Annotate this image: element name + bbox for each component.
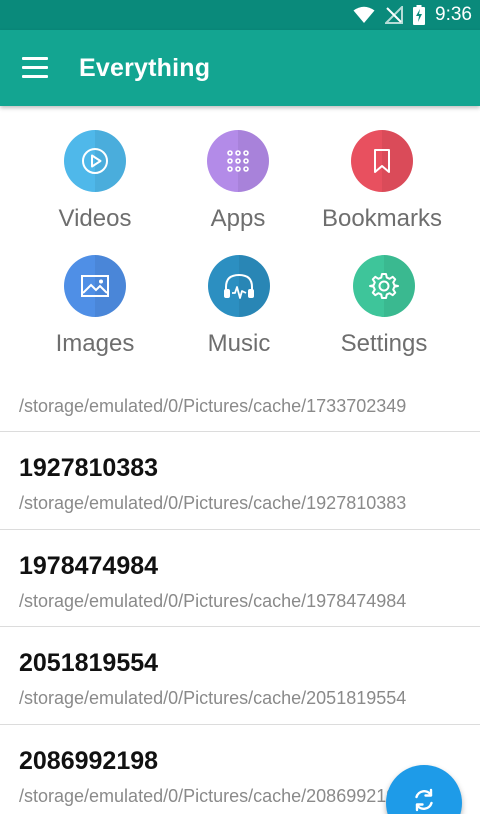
category-music[interactable]: Music bbox=[159, 255, 319, 375]
file-name: 2051819554 bbox=[19, 649, 159, 677]
category-label-bookmarks: Bookmarks bbox=[321, 205, 443, 232]
status-icons: 9:36 bbox=[353, 4, 472, 26]
file-name: 2086992198 bbox=[19, 746, 159, 775]
app-bar: Everything bbox=[0, 30, 480, 106]
file-path: /storage/emulated/0/Pictures/cache/20518… bbox=[19, 688, 407, 708]
list-item[interactable]: 2051819554 /storage/emulated/0/Pictures/… bbox=[0, 627, 480, 725]
category-settings[interactable]: Settings bbox=[304, 255, 464, 375]
category-label-videos: Videos bbox=[58, 205, 132, 232]
hamburger-menu-icon[interactable] bbox=[22, 57, 48, 79]
videos-circle bbox=[64, 130, 126, 192]
category-videos[interactable]: Videos bbox=[15, 130, 175, 250]
play-icon bbox=[82, 148, 108, 174]
list-item[interactable]: 1927810383 /storage/emulated/0/Pictures/… bbox=[0, 432, 480, 530]
category-images[interactable]: Images bbox=[15, 255, 175, 375]
list-item[interactable]: 1978474984 /storage/emulated/0/Pictures/… bbox=[0, 530, 480, 627]
category-bookmarks[interactable]: Bookmarks bbox=[302, 130, 462, 250]
app-title: Everything bbox=[79, 54, 211, 82]
refresh-icon bbox=[415, 788, 433, 812]
file-path: /storage/emulated/0/Pictures/cache/17337… bbox=[19, 396, 407, 416]
gear-icon bbox=[369, 273, 399, 299]
headphones-icon bbox=[224, 273, 254, 299]
bookmark-icon bbox=[374, 149, 390, 173]
music-circle bbox=[208, 255, 270, 317]
file-name: 1978474984 bbox=[19, 551, 159, 580]
category-label-settings: Settings bbox=[340, 330, 428, 357]
file-path: /storage/emulated/0/Pictures/cache/19278… bbox=[19, 493, 407, 513]
apps-circle bbox=[207, 130, 269, 192]
file-path: /storage/emulated/0/Pictures/cache/20869… bbox=[19, 785, 407, 806]
settings-circle bbox=[353, 255, 415, 317]
category-label-images: Images bbox=[55, 330, 135, 357]
status-time: 9:36 bbox=[435, 4, 472, 25]
category-label-apps: Apps bbox=[210, 205, 266, 232]
no-signal-icon bbox=[385, 6, 404, 24]
status-bar: 9:36 bbox=[0, 0, 480, 30]
category-apps[interactable]: Apps bbox=[158, 130, 318, 250]
file-list: 1733702349 /storage/emulated/0/Pictures/… bbox=[0, 341, 480, 814]
images-circle bbox=[64, 255, 126, 317]
wifi-icon bbox=[353, 6, 375, 23]
bookmarks-circle bbox=[351, 130, 413, 192]
category-panel: Videos Apps Bookmarks Images Music Setti… bbox=[0, 106, 480, 368]
battery-charging-icon bbox=[413, 5, 426, 25]
grid-dots-icon bbox=[227, 150, 249, 172]
file-path: /storage/emulated/0/Pictures/cache/19784… bbox=[19, 590, 407, 611]
category-label-music: Music bbox=[207, 330, 271, 357]
file-name: 1927810383 bbox=[19, 454, 159, 482]
image-icon bbox=[81, 275, 109, 297]
